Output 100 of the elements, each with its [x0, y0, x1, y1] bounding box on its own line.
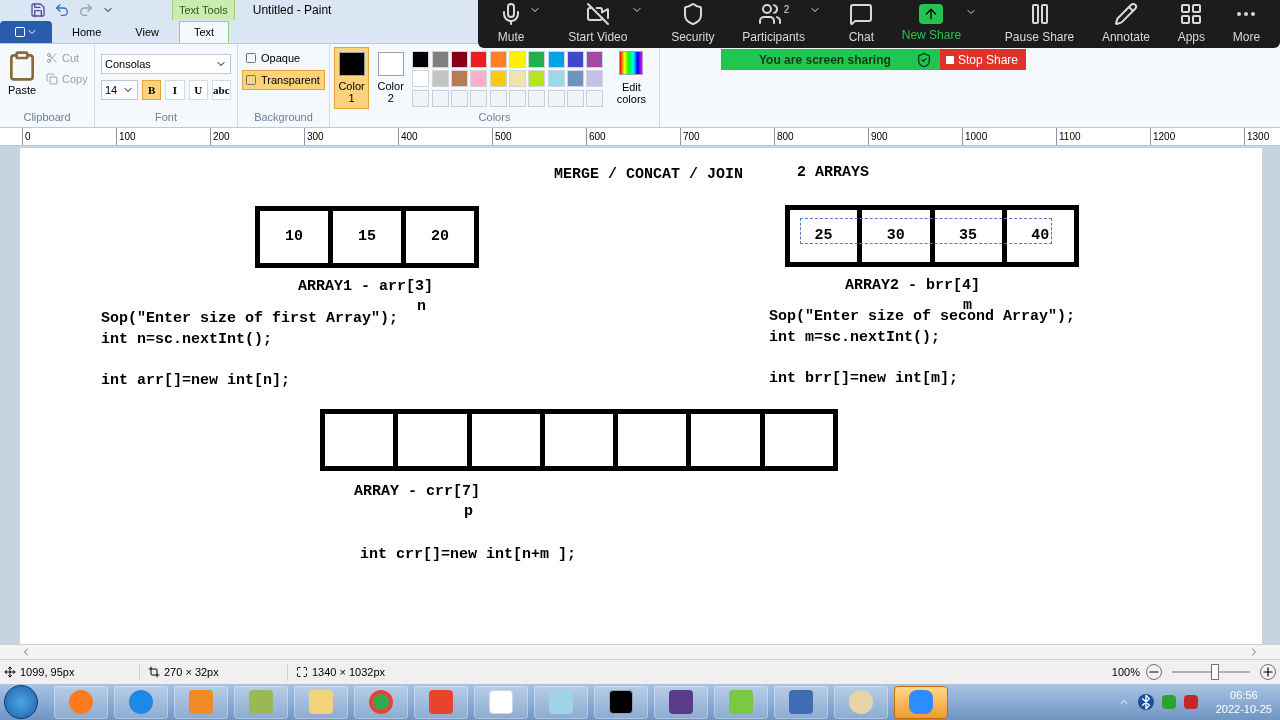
font-style-button[interactable]: abc	[211, 80, 231, 100]
background-option[interactable]: Transparent	[242, 70, 325, 90]
edit-colors-button[interactable]: Edit colors	[607, 47, 655, 109]
canvas-size-icon	[296, 666, 308, 678]
zoom-level: 100%	[1111, 664, 1140, 680]
palette-swatch[interactable]	[509, 70, 526, 88]
code-line: int arr[]=new int[n];	[101, 371, 292, 391]
document-icon	[14, 26, 26, 38]
code-line: int m=sc.nextInt();	[769, 328, 942, 348]
meeting-toolbar-button[interactable]: More	[1232, 2, 1261, 46]
palette-swatch[interactable]	[567, 70, 585, 88]
undo-icon[interactable]	[54, 2, 70, 18]
code-line: Sop("Enter size of second Array");	[769, 308, 1076, 327]
palette-swatch[interactable]	[547, 70, 565, 88]
font-style-button[interactable]: I	[165, 80, 185, 100]
palette-swatch[interactable]	[450, 51, 468, 68]
ruler-label: 1000	[965, 131, 988, 142]
canvas-size: 1340 × 1032px	[312, 664, 386, 680]
palette-swatch[interactable]	[431, 51, 449, 68]
apps-icon	[1179, 2, 1204, 26]
tray-app-icon[interactable]	[1183, 695, 1198, 709]
paste-button[interactable]: Paste	[6, 50, 38, 109]
tray-app-icon[interactable]	[1161, 695, 1176, 709]
meeting-toolbar-button[interactable]: Security	[671, 2, 715, 46]
file-menu-button[interactable]	[0, 21, 52, 43]
font-style-button[interactable]: U	[188, 80, 208, 100]
pencil-icon	[1113, 2, 1138, 26]
shield-check-icon	[916, 51, 932, 68]
drawing-canvas[interactable]	[20, 148, 1262, 644]
slider-thumb[interactable]	[1210, 664, 1219, 680]
ruler-label: 1200	[1153, 131, 1176, 142]
cursor-position-icon	[4, 666, 16, 678]
palette-swatch[interactable]	[489, 70, 507, 88]
palette-swatch[interactable]	[547, 51, 565, 68]
stop-share-button[interactable]: Stop Share	[940, 49, 1026, 70]
palette-swatch[interactable]	[431, 70, 449, 88]
color-slot[interactable]: Color 2	[373, 47, 409, 109]
palette-swatch[interactable]	[470, 70, 488, 88]
palette-swatch[interactable]	[567, 51, 585, 68]
ruler-label: 0	[25, 131, 31, 142]
zoom-in-icon[interactable]	[1260, 664, 1276, 680]
meeting-toolbar-button[interactable]: Pause Share	[1004, 2, 1075, 46]
palette-swatch[interactable]	[450, 70, 468, 88]
chat-icon	[849, 2, 874, 26]
palette-swatch[interactable]	[509, 51, 526, 68]
font-family-dropdown[interactable]: Consolas	[101, 54, 231, 74]
size-variable: p	[464, 502, 473, 522]
text-selection-box[interactable]	[800, 218, 1052, 244]
palette-swatch[interactable]	[412, 51, 430, 68]
ruler-label: 300	[307, 131, 324, 142]
palette-swatch[interactable]	[528, 70, 546, 88]
array-value: 15	[358, 226, 376, 247]
ribbon-tab[interactable]: Text	[179, 21, 230, 43]
scissors-icon	[46, 52, 58, 65]
meeting-toolbar-button[interactable]: Annotate	[1101, 2, 1150, 46]
palette-swatch[interactable]	[489, 51, 507, 68]
meeting-toolbar-button[interactable]: 2 Participants	[742, 2, 821, 46]
font-style-button[interactable]: B	[142, 80, 162, 100]
ruler-label: 400	[401, 131, 418, 142]
color-slot[interactable]: Color 1	[334, 47, 370, 109]
group-label: Clipboard	[22, 109, 72, 125]
redo-icon[interactable]	[78, 2, 94, 18]
people-icon	[757, 2, 782, 26]
array-label: ARRAY1 - arr[3]	[298, 277, 434, 297]
array-value: 40	[1031, 225, 1050, 246]
array-label: ARRAY - crr[7]	[354, 482, 481, 502]
ribbon-tab[interactable]: View	[121, 21, 173, 43]
stop-icon	[946, 55, 954, 64]
drawing-title: 2 ARRAYS	[797, 163, 869, 183]
ruler-label: 1100	[1059, 131, 1081, 142]
ruler-label: 200	[213, 131, 230, 142]
drawing-title: MERGE / CONCAT / JOIN	[554, 165, 744, 185]
participant-count: 2	[783, 3, 790, 17]
meeting-toolbar-button[interactable]: Mute	[497, 2, 541, 46]
ruler-label: 600	[589, 131, 606, 142]
palette-swatch[interactable]	[586, 51, 604, 68]
bluetooth-icon[interactable]	[1137, 694, 1154, 710]
array-label: ARRAY2 - brr[4]	[845, 276, 981, 296]
meeting-toolbar-button[interactable]: Start Video	[568, 2, 644, 46]
palette-swatch[interactable]	[412, 70, 430, 88]
code-line: int brr[]=new int[m];	[769, 369, 960, 389]
start-button[interactable]	[4, 685, 38, 719]
text-box-icon	[245, 52, 257, 64]
palette-swatch[interactable]	[528, 51, 546, 68]
code-line: int n=sc.nextInt();	[101, 330, 274, 350]
palette-swatch[interactable]	[470, 51, 488, 68]
group-label: Font	[154, 109, 178, 125]
ribbon-tab[interactable]: Home	[58, 21, 116, 43]
array-value: 30	[886, 225, 905, 246]
meeting-toolbar-button[interactable]: Chat	[848, 2, 874, 46]
save-icon[interactable]	[30, 2, 46, 18]
window-title: Untitled - Paint	[252, 2, 332, 19]
font-size-dropdown[interactable]: 14	[101, 80, 139, 100]
cursor-position: 1099, 95px	[20, 664, 75, 680]
selection-size: 270 × 32px	[164, 664, 219, 680]
meeting-toolbar-button[interactable]: New Share	[901, 4, 978, 44]
palette-swatch[interactable]	[586, 70, 604, 88]
background-option[interactable]: Opaque	[242, 48, 325, 68]
text-box-icon	[245, 74, 257, 86]
meeting-toolbar-button[interactable]: Apps	[1177, 2, 1206, 46]
